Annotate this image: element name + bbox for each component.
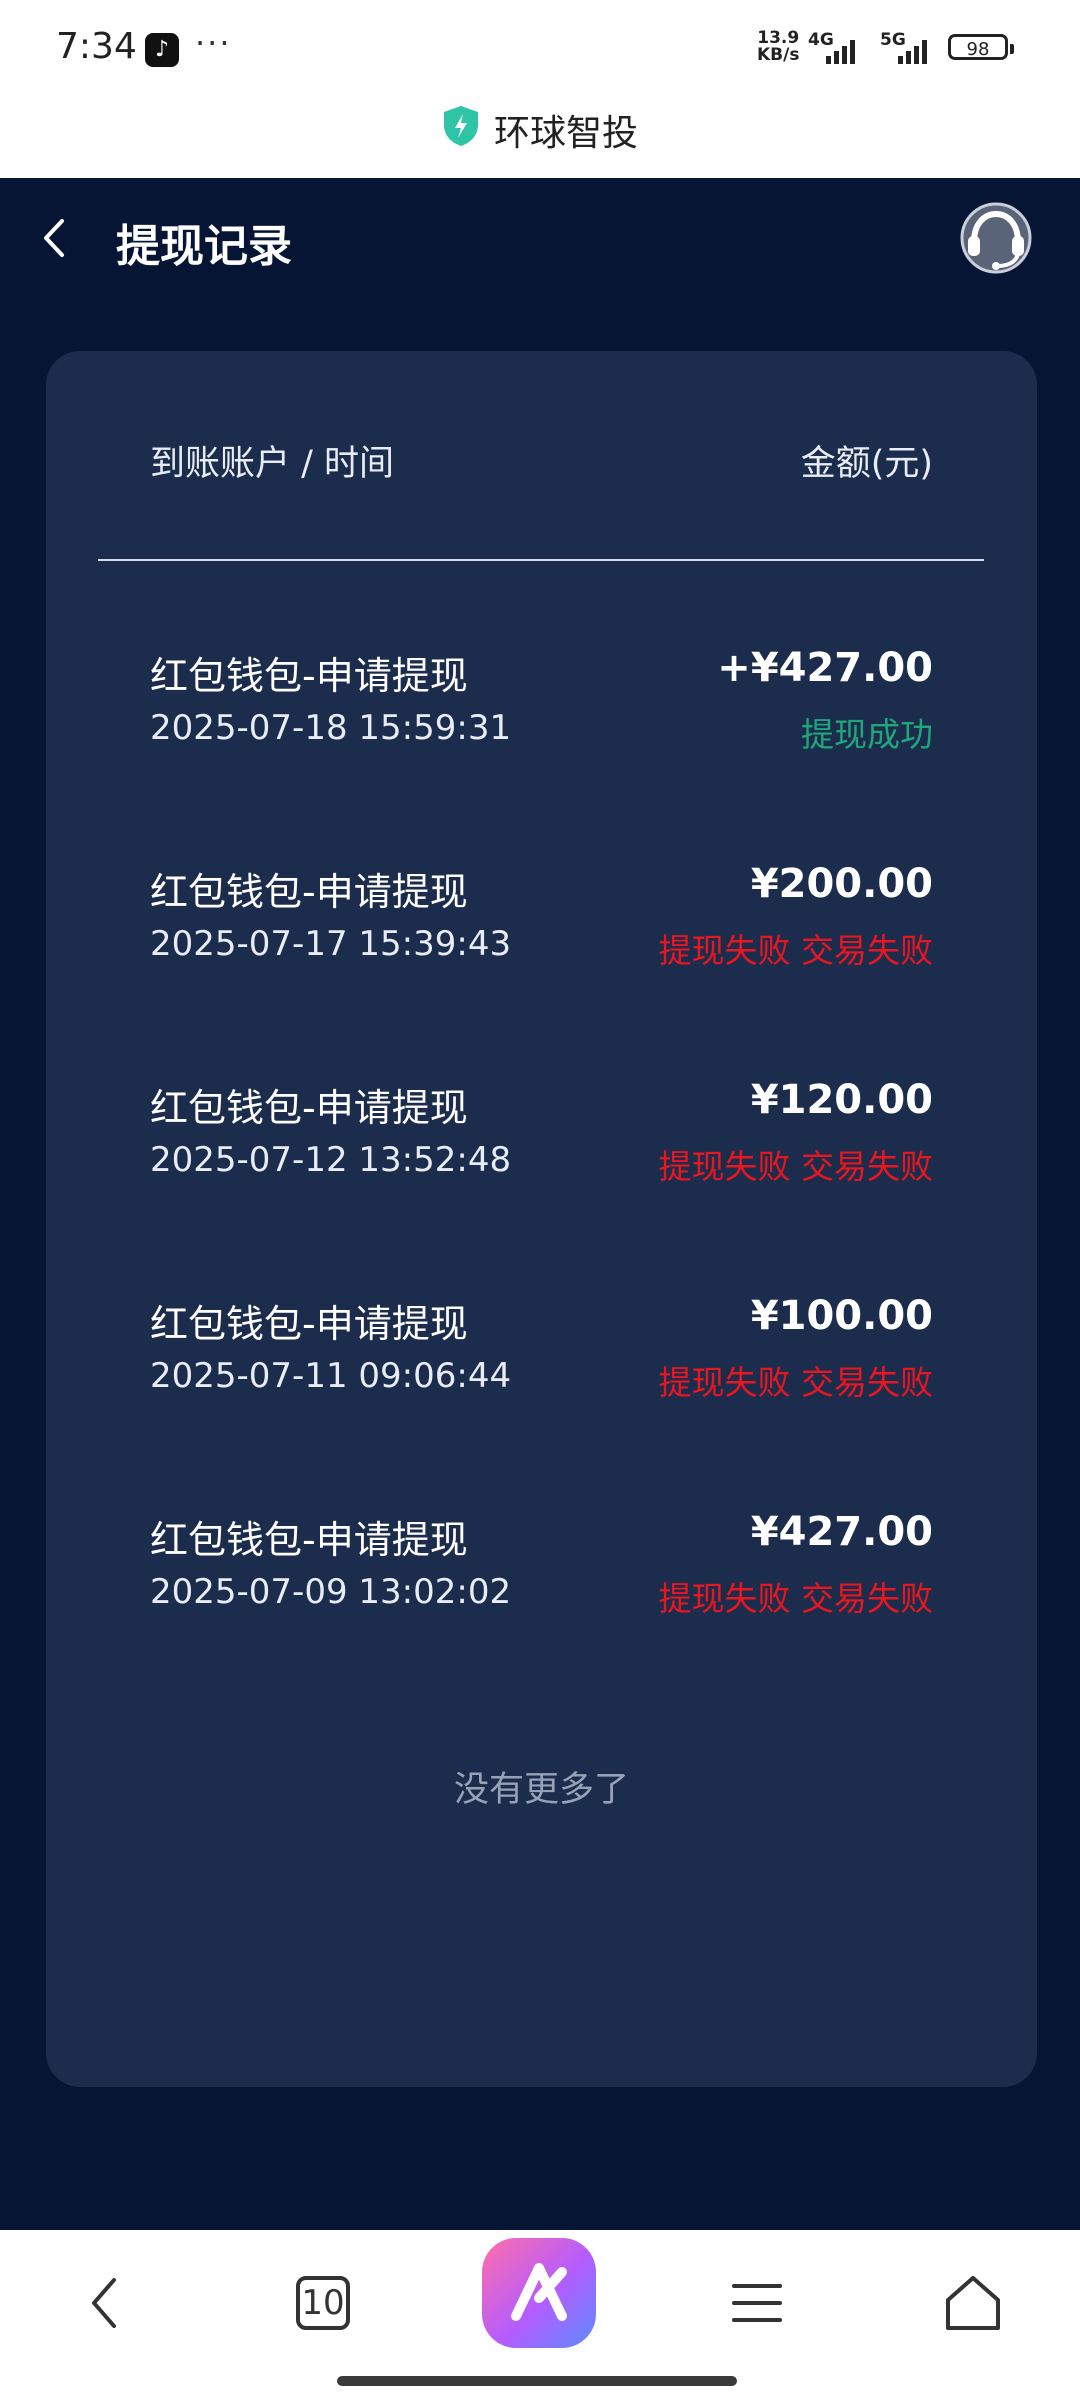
record-title: 红包钱包-申请提现 xyxy=(150,1086,468,1130)
tab-count: 10 xyxy=(301,2283,345,2323)
main-content: 提现记录 到账账户 / 时间 金额(元) 红包钱包-申请提现 2025-07-1… xyxy=(0,178,1080,2230)
network-speed-unit: KB/s xyxy=(757,45,800,65)
site-title: 环球智投 xyxy=(0,104,1080,156)
status-time: 7:34 xyxy=(56,26,137,67)
headset-icon xyxy=(960,202,1032,274)
site-title-bar: 环球智投 xyxy=(0,90,1080,178)
menu-button[interactable] xyxy=(722,2268,792,2338)
chevron-left-icon xyxy=(44,219,64,257)
record-time: 2025-07-09 13:02:02 xyxy=(150,1572,512,1612)
browser-bottom-nav: 10 xyxy=(0,2230,1080,2400)
ai-assistant-button[interactable] xyxy=(482,2238,596,2348)
record-status: 提现成功 xyxy=(801,715,933,754)
record-item[interactable]: 红包钱包-申请提现 2025-07-09 13:02:02 ¥427.00 提现… xyxy=(46,1509,1037,1659)
record-item[interactable]: 红包钱包-申请提现 2025-07-17 15:39:43 ¥200.00 提现… xyxy=(46,861,1037,1011)
ai-logo-icon xyxy=(511,2263,567,2321)
withdrawal-records-card: 到账账户 / 时间 金额(元) 红包钱包-申请提现 2025-07-18 15:… xyxy=(46,351,1037,2087)
chevron-left-icon xyxy=(92,2278,116,2328)
column-header-account-time: 到账账户 / 时间 xyxy=(150,444,395,484)
header-divider xyxy=(98,559,984,561)
menu-icon xyxy=(732,2284,782,2322)
no-more-text: 没有更多了 xyxy=(453,1770,629,1810)
record-title: 红包钱包-申请提现 xyxy=(150,1518,468,1562)
more-notifications-icon: ··· xyxy=(195,24,232,62)
signal-4g-icon xyxy=(826,38,855,64)
record-time: 2025-07-18 15:59:31 xyxy=(150,708,512,748)
record-amount: +¥427.00 xyxy=(717,645,933,691)
record-title: 红包钱包-申请提现 xyxy=(150,870,468,914)
site-title-text: 环球智投 xyxy=(493,113,638,154)
nav-back-button[interactable] xyxy=(70,2268,140,2338)
record-status: 提现失败 交易失败 xyxy=(658,1579,934,1618)
record-time: 2025-07-17 15:39:43 xyxy=(150,924,512,964)
record-item[interactable]: 红包钱包-申请提现 2025-07-12 13:52:48 ¥120.00 提现… xyxy=(46,1077,1037,1227)
record-time: 2025-07-11 09:06:44 xyxy=(150,1356,512,1396)
record-item[interactable]: 红包钱包-申请提现 2025-07-11 09:06:44 ¥100.00 提现… xyxy=(46,1293,1037,1443)
record-status: 提现失败 交易失败 xyxy=(658,931,934,970)
signal-5g-icon xyxy=(898,38,927,64)
network-speed: 13.9 KB/s xyxy=(757,30,799,64)
battery-icon: 98 xyxy=(948,34,1014,60)
customer-service-button[interactable] xyxy=(958,200,1034,276)
record-time: 2025-07-12 13:52:48 xyxy=(150,1140,512,1180)
status-bar: 7:34 ♪ ··· 13.9 KB/s 4G 5G 98 xyxy=(0,0,1080,90)
record-amount: ¥200.00 xyxy=(750,861,933,907)
page-title: 提现记录 xyxy=(116,221,292,272)
home-icon xyxy=(946,2276,1000,2330)
record-amount: ¥100.00 xyxy=(750,1293,933,1339)
battery-level: 98 xyxy=(966,39,990,60)
record-amount: ¥427.00 xyxy=(750,1509,933,1555)
record-status: 提现失败 交易失败 xyxy=(658,1147,934,1186)
tiktok-icon: ♪ xyxy=(145,33,179,67)
record-amount: ¥120.00 xyxy=(750,1077,933,1123)
record-title: 红包钱包-申请提现 xyxy=(150,1302,468,1346)
shield-icon xyxy=(442,105,480,156)
column-header-amount: 金额(元) xyxy=(800,444,933,484)
page-header: 提现记录 xyxy=(0,178,1080,298)
record-item[interactable]: 红包钱包-申请提现 2025-07-18 15:59:31 +¥427.00 提… xyxy=(46,645,1037,795)
tabs-button[interactable]: 10 xyxy=(288,2268,358,2338)
home-indicator[interactable] xyxy=(337,2376,737,2386)
home-button[interactable] xyxy=(938,2268,1008,2338)
record-status: 提现失败 交易失败 xyxy=(658,1363,934,1402)
back-button[interactable] xyxy=(30,213,80,263)
record-title: 红包钱包-申请提现 xyxy=(150,654,468,698)
